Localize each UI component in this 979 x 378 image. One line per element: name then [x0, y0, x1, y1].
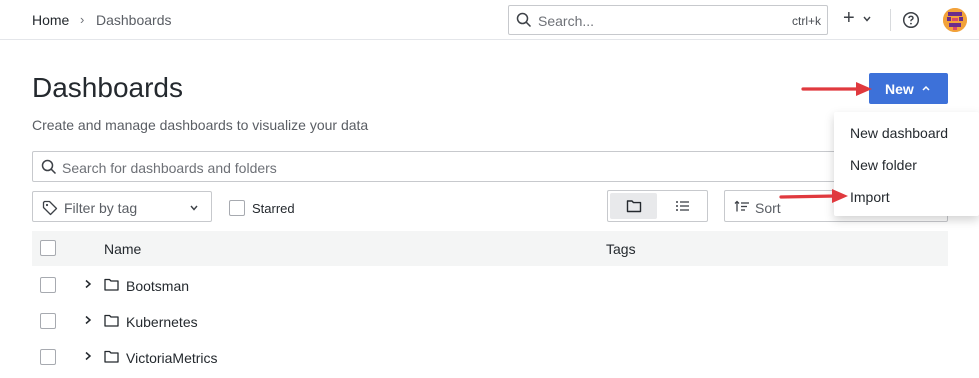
starred-checkbox[interactable]: [229, 200, 245, 216]
list-view-button[interactable]: [659, 193, 706, 219]
chevron-down-icon: [190, 205, 198, 211]
page-subtitle: Create and manage dashboards to visualiz…: [32, 117, 369, 133]
row-checkbox[interactable]: [40, 277, 56, 293]
table-header: Name Tags: [32, 231, 948, 266]
help-icon[interactable]: [902, 11, 920, 29]
folder-icon: [104, 278, 119, 291]
annotation-arrow-import: [779, 189, 848, 203]
chevron-down-icon: [863, 16, 871, 22]
dashboard-search-input[interactable]: Search for dashboards and folders: [32, 151, 852, 182]
table-row[interactable]: Kubernetes: [32, 303, 948, 339]
chevron-right-icon[interactable]: [84, 279, 92, 289]
page-title: Dashboards: [32, 72, 183, 103]
sort-icon: [734, 200, 749, 212]
row-name[interactable]: Kubernetes: [126, 314, 198, 330]
global-search-input[interactable]: Search... ctrl+k: [508, 5, 828, 35]
chevron-right-icon[interactable]: [84, 351, 92, 361]
search-icon: [41, 159, 57, 175]
sort-placeholder: Sort: [755, 200, 781, 216]
table-row[interactable]: VictoriaMetrics: [32, 339, 948, 375]
top-bar: Home › Dashboards Search... ctrl+k +: [0, 0, 979, 40]
list-icon: [676, 201, 689, 211]
breadcrumb-home[interactable]: Home: [32, 12, 69, 28]
dashboard-search-placeholder: Search for dashboards and folders: [62, 160, 277, 176]
breadcrumb-current: Dashboards: [96, 12, 172, 28]
search-shortcut: ctrl+k: [791, 14, 821, 28]
menu-item-new-dashboard[interactable]: New dashboard: [850, 125, 948, 141]
avatar-image: [943, 8, 967, 32]
folder-icon: [626, 200, 642, 213]
column-header-tags: Tags: [606, 241, 636, 257]
plus-icon: +: [843, 7, 855, 29]
new-dropdown-menu: New dashboard New folder Import: [834, 112, 979, 216]
tag-filter-select[interactable]: Filter by tag: [32, 191, 212, 222]
table-row[interactable]: Bootsman: [32, 267, 948, 303]
folder-icon: [104, 350, 119, 363]
column-header-name: Name: [104, 241, 142, 257]
menu-item-new-folder[interactable]: New folder: [850, 157, 917, 173]
folder-view-button[interactable]: [610, 193, 657, 219]
row-name[interactable]: VictoriaMetrics: [126, 350, 218, 366]
menu-item-import[interactable]: Import: [850, 189, 890, 205]
row-checkbox[interactable]: [40, 349, 56, 365]
avatar[interactable]: [943, 8, 967, 32]
global-search-placeholder: Search...: [538, 13, 595, 29]
tag-icon: [42, 200, 58, 216]
new-button[interactable]: New: [869, 73, 948, 104]
chevron-up-icon: [922, 85, 930, 91]
breadcrumb-separator: ›: [80, 12, 85, 27]
tag-filter-placeholder: Filter by tag: [64, 200, 138, 216]
annotation-arrow-new: [801, 82, 872, 96]
starred-label[interactable]: Starred: [252, 201, 295, 216]
view-mode-toggle: [607, 190, 708, 222]
select-all-checkbox[interactable]: [40, 240, 56, 256]
row-name[interactable]: Bootsman: [126, 278, 189, 294]
topbar-divider: [890, 9, 891, 31]
new-button-label: New: [885, 81, 914, 97]
row-checkbox[interactable]: [40, 313, 56, 329]
folder-icon: [104, 314, 119, 327]
search-icon: [516, 12, 532, 28]
add-new-button[interactable]: +: [838, 7, 878, 32]
chevron-right-icon[interactable]: [84, 315, 92, 325]
